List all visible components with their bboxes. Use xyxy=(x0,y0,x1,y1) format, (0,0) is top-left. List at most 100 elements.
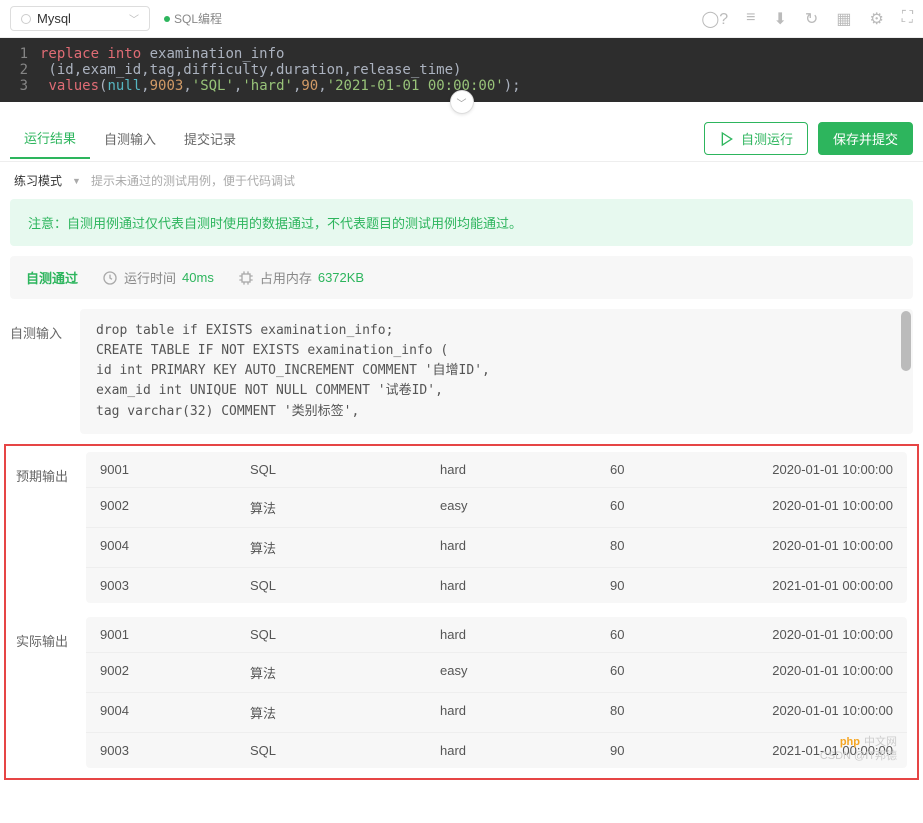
gutter: 1 xyxy=(0,46,40,62)
mode-hint: 提示未通过的测试用例，便于代码调试 xyxy=(91,172,295,189)
code-line[interactable]: 1replace into examination_info xyxy=(0,46,923,62)
input-line: tag varchar(32) COMMENT '类别标签', xyxy=(96,402,897,422)
table-cell: 9002 xyxy=(100,498,250,517)
table-row: 9003SQLhard902021-01-01 00:00:00 xyxy=(86,733,907,768)
chevron-down-icon[interactable]: ▼ xyxy=(72,176,81,186)
runtime-value: 40ms xyxy=(182,270,214,285)
table-cell: hard xyxy=(440,743,610,758)
db-select-value: Mysql xyxy=(37,11,71,26)
table-row: 9004算法hard802020-01-01 10:00:00 xyxy=(86,693,907,733)
table-cell: SQL xyxy=(250,627,440,642)
table-cell: 2020-01-01 10:00:00 xyxy=(710,663,893,682)
table-row: 9002算法easy602020-01-01 10:00:00 xyxy=(86,488,907,528)
table-cell: 80 xyxy=(610,703,710,722)
lang-indicator[interactable]: SQL编程 xyxy=(164,10,222,27)
collapse-handle[interactable]: ﹀ xyxy=(450,90,474,114)
input-line: CREATE TABLE IF NOT EXISTS examination_i… xyxy=(96,341,897,361)
table-cell: 2020-01-01 10:00:00 xyxy=(710,462,893,477)
watermark: php 中文网 CSDN @IT邦德 xyxy=(820,735,897,764)
submit-button-label: 保存并提交 xyxy=(833,129,898,148)
scroll-thumb[interactable] xyxy=(901,311,911,371)
table-cell: 60 xyxy=(610,462,710,477)
table-cell: easy xyxy=(440,498,610,517)
layout-icon[interactable]: ▦ xyxy=(836,9,851,29)
table-cell: hard xyxy=(440,627,610,642)
tab-run-result[interactable]: 运行结果 xyxy=(10,118,90,159)
self-input-section: 自测输入 drop table if EXISTS examination_in… xyxy=(10,309,913,434)
expected-table: 9001SQLhard602020-01-01 10:00:009002算法ea… xyxy=(86,452,907,603)
gutter: 3 xyxy=(0,78,40,94)
table-cell: hard xyxy=(440,578,610,593)
table-row: 9004算法hard802020-01-01 10:00:00 xyxy=(86,528,907,568)
toolbar-icons: ◯? ≡ ⬇ ↻ ▦ ⚙ ⛶ xyxy=(701,9,913,29)
table-cell: 算法 xyxy=(250,703,440,722)
run-button[interactable]: 自测运行 xyxy=(704,122,808,155)
table-cell: 9002 xyxy=(100,663,250,682)
code-content[interactable]: (id,exam_id,tag,difficulty,duration,rele… xyxy=(40,62,461,78)
code-content[interactable]: replace into examination_info xyxy=(40,46,284,62)
memory-label: 占用内存 xyxy=(260,268,312,287)
clock-icon xyxy=(102,270,118,286)
input-line: id int PRIMARY KEY AUTO_INCREMENT COMMEN… xyxy=(96,361,897,381)
refresh-icon[interactable]: ↻ xyxy=(805,9,818,29)
table-cell: 90 xyxy=(610,578,710,593)
tab-submit-history[interactable]: 提交记录 xyxy=(170,119,250,158)
watermark-credit: CSDN @IT邦德 xyxy=(820,749,897,763)
table-cell: SQL xyxy=(250,578,440,593)
list-icon[interactable]: ≡ xyxy=(746,9,755,29)
table-cell: 9004 xyxy=(100,703,250,722)
table-cell: 80 xyxy=(610,538,710,557)
scrollbar[interactable] xyxy=(899,311,911,432)
table-cell: 算法 xyxy=(250,498,440,517)
chevron-down-icon: ﹀ xyxy=(129,11,139,26)
help-icon[interactable]: ◯? xyxy=(701,9,728,29)
mode-label[interactable]: 练习模式 xyxy=(14,172,62,189)
memory-value: 6372KB xyxy=(318,270,364,285)
table-cell: SQL xyxy=(250,743,440,758)
tabs-row: 运行结果 自测输入 提交记录 自测运行 保存并提交 xyxy=(0,116,923,162)
table-cell: 90 xyxy=(610,743,710,758)
status-pass: 自测通过 xyxy=(26,268,78,287)
submit-button[interactable]: 保存并提交 xyxy=(818,122,913,155)
table-cell: easy xyxy=(440,663,610,682)
table-cell: 2020-01-01 10:00:00 xyxy=(710,703,893,722)
table-cell: hard xyxy=(440,462,610,477)
tab-self-input[interactable]: 自测输入 xyxy=(90,119,170,158)
self-input-box[interactable]: drop table if EXISTS examination_info;CR… xyxy=(80,309,913,434)
table-cell: hard xyxy=(440,703,610,722)
actual-label: 实际输出 xyxy=(16,617,86,768)
lang-label: SQL编程 xyxy=(174,10,222,27)
code-content[interactable]: values(null,9003,'SQL','hard',90,'2021-0… xyxy=(40,78,521,94)
actual-output-section: 实际输出 9001SQLhard602020-01-01 10:00:00900… xyxy=(16,617,907,768)
code-line[interactable]: 2 (id,exam_id,tag,difficulty,duration,re… xyxy=(0,62,923,78)
table-cell: 2020-01-01 10:00:00 xyxy=(710,538,893,557)
table-cell: 9001 xyxy=(100,462,250,477)
table-row: 9001SQLhard602020-01-01 10:00:00 xyxy=(86,617,907,653)
top-bar: Mysql ﹀ SQL编程 ◯? ≡ ⬇ ↻ ▦ ⚙ ⛶ xyxy=(0,0,923,38)
self-input-label: 自测输入 xyxy=(10,309,80,434)
table-cell: 60 xyxy=(610,498,710,517)
run-button-label: 自测运行 xyxy=(741,129,793,148)
actual-table: 9001SQLhard602020-01-01 10:00:009002算法ea… xyxy=(86,617,907,768)
watermark-logo: php xyxy=(840,736,860,748)
chip-icon xyxy=(238,270,254,286)
table-row: 9002算法easy602020-01-01 10:00:00 xyxy=(86,653,907,693)
table-row: 9001SQLhard602020-01-01 10:00:00 xyxy=(86,452,907,488)
expected-label: 预期输出 xyxy=(16,452,86,603)
table-cell: 9003 xyxy=(100,578,250,593)
db-select[interactable]: Mysql ﹀ xyxy=(10,6,150,31)
outputs-highlight: 预期输出 9001SQLhard602020-01-01 10:00:00900… xyxy=(4,444,919,780)
tab-actions: 自测运行 保存并提交 xyxy=(704,116,913,161)
mode-row: 练习模式 ▼ 提示未通过的测试用例，便于代码调试 xyxy=(0,162,923,199)
input-line: drop table if EXISTS examination_info; xyxy=(96,321,897,341)
table-cell: SQL xyxy=(250,462,440,477)
download-icon[interactable]: ⬇ xyxy=(774,9,787,29)
status-memory: 占用内存 6372KB xyxy=(238,268,364,287)
table-cell: 2020-01-01 10:00:00 xyxy=(710,498,893,517)
gear-icon[interactable]: ⚙ xyxy=(869,9,883,29)
code-editor[interactable]: 1replace into examination_info2 (id,exam… xyxy=(0,38,923,102)
runtime-label: 运行时间 xyxy=(124,268,176,287)
table-cell: 算法 xyxy=(250,538,440,557)
fullscreen-icon[interactable]: ⛶ xyxy=(902,9,913,29)
watermark-site: 中文网 xyxy=(864,736,897,748)
